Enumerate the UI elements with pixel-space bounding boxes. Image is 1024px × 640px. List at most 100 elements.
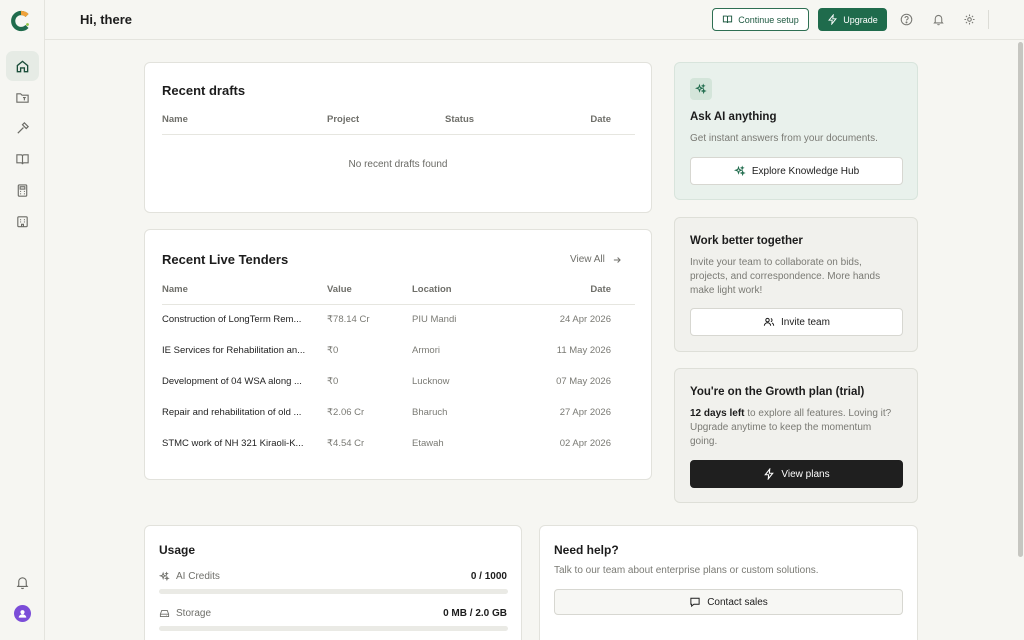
- home-icon: [16, 59, 29, 72]
- tender-value: ₹78.14 Cr: [327, 314, 370, 325]
- column-header-name: Name: [162, 284, 188, 295]
- arrow-right-icon: [613, 256, 621, 263]
- contact-sales-label: Contact sales: [707, 596, 768, 608]
- column-header-status: Status: [445, 114, 475, 125]
- top-bar: Hi, there Continue setup Upgrade: [45, 0, 1024, 40]
- table-row[interactable]: IE Services for Rehabilitation an... ₹0 Ar…: [145, 345, 651, 359]
- sidebar-item-calculator[interactable]: [6, 175, 39, 205]
- page-scrollbar-thumb[interactable]: [1018, 42, 1023, 557]
- column-header-location: Location: [412, 284, 452, 295]
- tender-date: 11 May 2026: [556, 345, 611, 356]
- lightning-icon: [828, 14, 838, 25]
- continue-setup-label: Continue setup: [738, 14, 799, 25]
- ai-credits-text: AI Credits: [176, 571, 220, 582]
- recent-drafts-card: Recent drafts Name Project Status Date N…: [144, 62, 652, 213]
- tender-date: 07 May 2026: [556, 376, 611, 387]
- storage-progress: [159, 626, 508, 631]
- invite-team-card: Work better together Invite your team to…: [674, 217, 918, 352]
- column-header-project: Project: [327, 114, 360, 125]
- divider: [162, 134, 635, 135]
- tender-name: Construction of LongTerm Rem...: [162, 314, 302, 325]
- app-logo[interactable]: [10, 10, 32, 32]
- invite-team-title: Work better together: [690, 235, 803, 247]
- hammer-icon: [17, 121, 29, 134]
- sidebar-notifications[interactable]: [6, 567, 39, 597]
- explore-knowledge-hub-button[interactable]: Explore Knowledge Hub: [690, 157, 903, 185]
- help-button[interactable]: [898, 11, 914, 27]
- view-plans-label: View plans: [781, 468, 830, 480]
- header-divider: [988, 10, 989, 29]
- table-row[interactable]: Development of 04 WSA along ... ₹0 Lucknow…: [145, 376, 651, 390]
- book-open-icon: [723, 15, 733, 24]
- ai-credits-label: AI Credits: [159, 571, 220, 582]
- ask-ai-card: Ask AI anything Get instant answers from…: [674, 62, 918, 200]
- tender-date: 24 Apr 2026: [559, 314, 611, 325]
- explore-knowledge-hub-label: Explore Knowledge Hub: [751, 165, 860, 177]
- tender-name: Repair and rehabilitation of old ...: [162, 407, 302, 418]
- invite-team-button[interactable]: Invite team: [690, 308, 903, 336]
- table-row[interactable]: STMC work of NH 321 Kiraoli-K... ₹4.54 Cr…: [145, 438, 651, 452]
- help-circle-icon: [900, 13, 912, 25]
- users-icon: [763, 317, 775, 326]
- avatar[interactable]: [14, 605, 31, 622]
- tender-location: Lucknow: [412, 376, 450, 387]
- page-greeting: Hi, there: [80, 12, 133, 27]
- tender-name: STMC work of NH 321 Kiraoli-K...: [162, 438, 304, 449]
- storage-label: Storage: [159, 608, 211, 619]
- sidebar-item-home[interactable]: [6, 51, 39, 81]
- ai-badge: [690, 78, 712, 100]
- user-icon: [18, 610, 27, 618]
- invite-team-text: Invite your team to collaborate on bids,…: [690, 257, 881, 296]
- help-card: Need help? Talk to our team about enterp…: [539, 525, 918, 640]
- column-header-date: Date: [590, 114, 611, 125]
- help-title: Need help?: [554, 543, 619, 557]
- table-row[interactable]: Repair and rehabilitation of old ... ₹2.0…: [145, 407, 651, 421]
- gear-icon: [963, 13, 975, 25]
- column-header-name: Name: [162, 114, 188, 125]
- view-all-link[interactable]: View All: [570, 254, 622, 265]
- tender-date: 27 Apr 2026: [559, 407, 611, 418]
- sparkles-icon: [695, 83, 707, 95]
- tender-value: ₹2.06 Cr: [327, 407, 365, 418]
- bell-icon: [16, 576, 29, 589]
- upgrade-button[interactable]: Upgrade: [818, 8, 887, 31]
- sidebar: [0, 0, 45, 640]
- sparkles-icon: [159, 571, 170, 582]
- plan-title: You're on the Growth plan (trial): [690, 386, 865, 398]
- settings-button[interactable]: [961, 11, 977, 27]
- sidebar-item-projects[interactable]: [6, 82, 39, 112]
- tender-value: ₹0: [327, 376, 339, 387]
- tender-name: IE Services for Rehabilitation an...: [162, 345, 306, 356]
- invite-team-label: Invite team: [781, 316, 830, 328]
- view-plans-button[interactable]: View plans: [690, 460, 903, 488]
- usage-title: Usage: [159, 543, 196, 557]
- ask-ai-text: Get instant answers from your documents.: [690, 133, 878, 144]
- tender-location: Etawah: [412, 438, 444, 449]
- continue-setup-button[interactable]: Continue setup: [712, 8, 809, 31]
- upgrade-label: Upgrade: [843, 14, 878, 25]
- lightning-icon: [764, 468, 775, 480]
- sparkles-icon: [733, 165, 746, 177]
- column-header-date: Date: [590, 284, 611, 295]
- ai-credits-value: 0 / 1000: [470, 571, 507, 582]
- tender-date: 02 Apr 2026: [559, 438, 611, 449]
- ai-credits-progress: [159, 589, 508, 594]
- plan-card: You're on the Growth plan (trial) 12 day…: [674, 368, 918, 503]
- table-row[interactable]: Construction of LongTerm Rem... ₹78.14 Cr…: [145, 314, 651, 328]
- ask-ai-title: Ask AI anything: [690, 111, 777, 123]
- tender-value: ₹0: [327, 345, 339, 356]
- recent-tenders-card: Recent Live Tenders View All Name Value …: [144, 229, 652, 480]
- book-icon: [16, 153, 29, 164]
- tender-location: Armori: [412, 345, 440, 356]
- tender-name: Development of 04 WSA along ...: [162, 376, 302, 387]
- notifications-button[interactable]: [930, 11, 946, 27]
- storage-text: Storage: [176, 608, 212, 619]
- help-text: Talk to our team about enterprise plans …: [554, 565, 819, 576]
- recent-tenders-title: Recent Live Tenders: [162, 252, 289, 267]
- sidebar-item-tools[interactable]: [6, 113, 39, 143]
- plan-days-left: 12 days left: [690, 408, 745, 419]
- sidebar-item-organization[interactable]: [6, 206, 39, 236]
- sidebar-item-library[interactable]: [6, 144, 39, 174]
- contact-sales-button[interactable]: Contact sales: [554, 589, 903, 615]
- tender-location: Bharuch: [412, 407, 448, 418]
